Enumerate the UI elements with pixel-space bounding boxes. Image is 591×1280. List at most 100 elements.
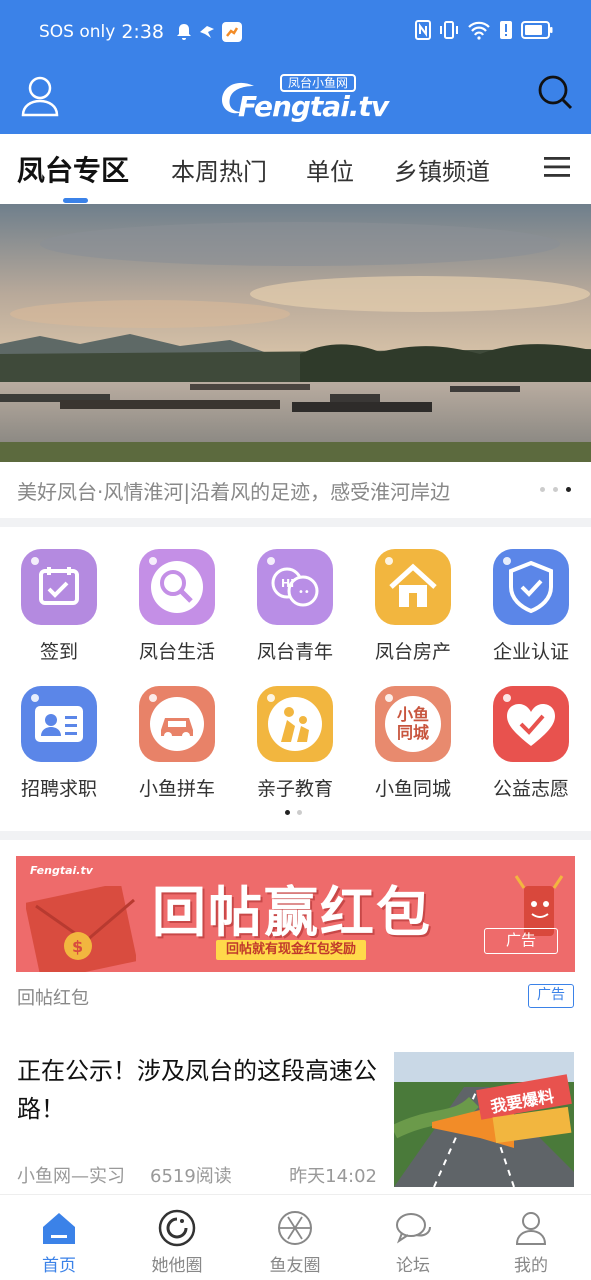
ad-title: 回帖红包 — [17, 988, 89, 1009]
grid-pagination — [285, 810, 302, 815]
highway-thumbnail-image — [394, 1052, 574, 1187]
ad-subtitle: 回帖就有现金红包奖励 — [216, 940, 367, 960]
article-item[interactable]: 正在公示！涉及凤台的这段高速公路！ 小鱼网—实习 6519阅读 昨天14:02 … — [0, 1036, 591, 1194]
article-reads: 6519阅读 — [150, 1166, 232, 1187]
grid-item-label: 小鱼同城 — [374, 778, 451, 800]
tab-weekly-hot[interactable]: 本周热门 — [171, 152, 267, 187]
grid-item-life[interactable]: 凤台生活 — [118, 527, 236, 663]
divider — [0, 518, 591, 527]
ad-label-badge: 广告 — [528, 984, 574, 1008]
grid-item-label: 凤台生活 — [138, 641, 215, 663]
car-icon — [139, 686, 215, 762]
grid-item-enterprise[interactable]: 企业认证 — [472, 527, 590, 663]
magnifier-icon — [139, 549, 215, 625]
logo-en: Fengtai.tv — [238, 90, 389, 123]
chat-bubbles-icon: Hi •• — [257, 549, 333, 625]
search-icon[interactable] — [537, 74, 573, 110]
bird-app-icon — [200, 26, 214, 38]
nav-fish-friends[interactable]: 鱼友圈 — [236, 1195, 354, 1280]
chat-icon — [396, 1213, 431, 1244]
nav-home[interactable]: 首页 — [0, 1195, 118, 1280]
parent-child-icon — [257, 686, 333, 762]
ad-brand: Fengtai.tv — [30, 864, 93, 877]
grid-item-label: 签到 — [39, 641, 78, 663]
status-bar: SOS only 2:38 — [0, 0, 591, 66]
aperture-icon — [278, 1211, 312, 1245]
divider — [0, 831, 591, 840]
tab-fengtai-zone[interactable]: 凤台专区 — [17, 149, 129, 189]
home-icon — [43, 1213, 75, 1244]
id-card-icon — [21, 686, 97, 762]
nfc-icon — [415, 20, 431, 40]
grid-item-label: 凤台房产 — [374, 641, 451, 663]
banner-carousel[interactable] — [0, 204, 591, 462]
circle-icon — [158, 1209, 196, 1247]
tab-town-channel[interactable]: 乡镇频道 — [394, 152, 490, 187]
grid-item-label: 小鱼拼车 — [138, 778, 215, 800]
banner-caption-bar: 美好凤台·风情淮河|沿着风的足迹，感受淮河岸边 — [0, 462, 591, 518]
svg-text:$: $ — [72, 937, 83, 956]
house-icon — [375, 549, 451, 625]
article-title[interactable]: 正在公示！涉及凤台的这段高速公路！ — [17, 1052, 379, 1128]
nav-circle[interactable]: 她他圈 — [118, 1195, 236, 1280]
quick-access-grid: 签到 凤台生活 Hi •• 凤台青年 凤台房产 企业认证 招聘求职 小鱼拼车 亲… — [0, 527, 591, 831]
battery-icon — [521, 21, 553, 39]
svg-text:••: •• — [298, 587, 310, 598]
heart-hand-icon — [493, 686, 569, 762]
grid-item-label: 企业认证 — [492, 641, 569, 663]
nav-label: 她他圈 — [151, 1256, 203, 1276]
svg-text:Hi: Hi — [281, 577, 294, 590]
ad-banner-image[interactable]: Fengtai.tv $ 回帖赢红包 回帖就有现金红包奖励 广告 — [16, 856, 575, 972]
grid-item-youth[interactable]: Hi •• 凤台青年 — [236, 527, 354, 663]
grid-item-label: 亲子教育 — [256, 778, 333, 800]
user-icon[interactable] — [20, 74, 60, 118]
grid-item-housing[interactable]: 凤台房产 — [354, 527, 472, 663]
ad-headline: 回帖赢红包 — [152, 881, 432, 944]
grid-dot-active — [285, 810, 290, 815]
bell-icon — [177, 24, 191, 40]
grid-item-carpool[interactable]: 小鱼拼车 — [118, 664, 236, 800]
clock: 2:38 — [121, 21, 164, 43]
same-city-glyph-text: 小鱼同城 — [396, 705, 429, 742]
ad-card[interactable]: Fengtai.tv $ 回帖赢红包 回帖就有现金红包奖励 广告 回帖红包 广告 — [0, 840, 591, 1028]
nav-label: 我的 — [514, 1256, 548, 1276]
article-time: 昨天14:02 — [289, 1166, 377, 1187]
nav-label: 鱼友圈 — [269, 1256, 321, 1276]
banner-pagination — [540, 487, 571, 492]
grid-item-label: 凤台青年 — [256, 641, 333, 663]
vibrate-icon — [440, 21, 458, 39]
grid-item-jobs[interactable]: 招聘求职 — [0, 664, 118, 800]
grid-item-label: 公益志愿 — [492, 778, 569, 800]
grid-item-same-city[interactable]: 小鱼同城 小鱼同城 — [354, 664, 472, 800]
menu-icon[interactable] — [544, 156, 570, 178]
app-header: 凤台小鱼网 Fengtai.tv — [0, 66, 591, 134]
top-bar: SOS only 2:38 凤台小鱼网 Fengtai.tv — [0, 0, 591, 134]
banner-dot — [540, 487, 545, 492]
carrier-text: SOS only — [39, 22, 116, 42]
runner-app-icon — [222, 22, 242, 42]
ad-inner-tag: 广告 — [484, 928, 558, 954]
article-source: 小鱼网—实习 — [17, 1166, 125, 1187]
banner-dot-active — [566, 487, 571, 492]
red-envelope-icon: $ — [26, 886, 136, 972]
river-landscape-image — [0, 204, 591, 462]
nav-label: 首页 — [42, 1256, 76, 1276]
article-thumbnail[interactable]: 我要爆料 — [394, 1052, 574, 1187]
tab-units[interactable]: 单位 — [306, 152, 354, 187]
wifi-icon — [468, 21, 490, 40]
category-tabs: 凤台专区 本周热门 单位 乡镇频道 — [0, 134, 591, 204]
same-city-icon: 小鱼同城 — [375, 686, 451, 762]
bottom-nav: 首页 她他圈 鱼友圈 论坛 我的 — [0, 1194, 591, 1280]
grid-item-parenting[interactable]: 亲子教育 — [236, 664, 354, 800]
alert-icon — [500, 21, 512, 39]
calendar-check-icon — [21, 549, 97, 625]
person-icon — [515, 1212, 547, 1245]
grid-item-volunteer[interactable]: 公益志愿 — [472, 664, 590, 800]
nav-forum[interactable]: 论坛 — [354, 1195, 472, 1280]
nav-mine[interactable]: 我的 — [472, 1195, 590, 1280]
logo: 凤台小鱼网 Fengtai.tv — [218, 72, 389, 123]
active-tab-indicator — [63, 198, 88, 203]
nav-label: 论坛 — [396, 1256, 430, 1276]
grid-item-label: 招聘求职 — [20, 778, 97, 800]
grid-item-checkin[interactable]: 签到 — [0, 527, 118, 663]
